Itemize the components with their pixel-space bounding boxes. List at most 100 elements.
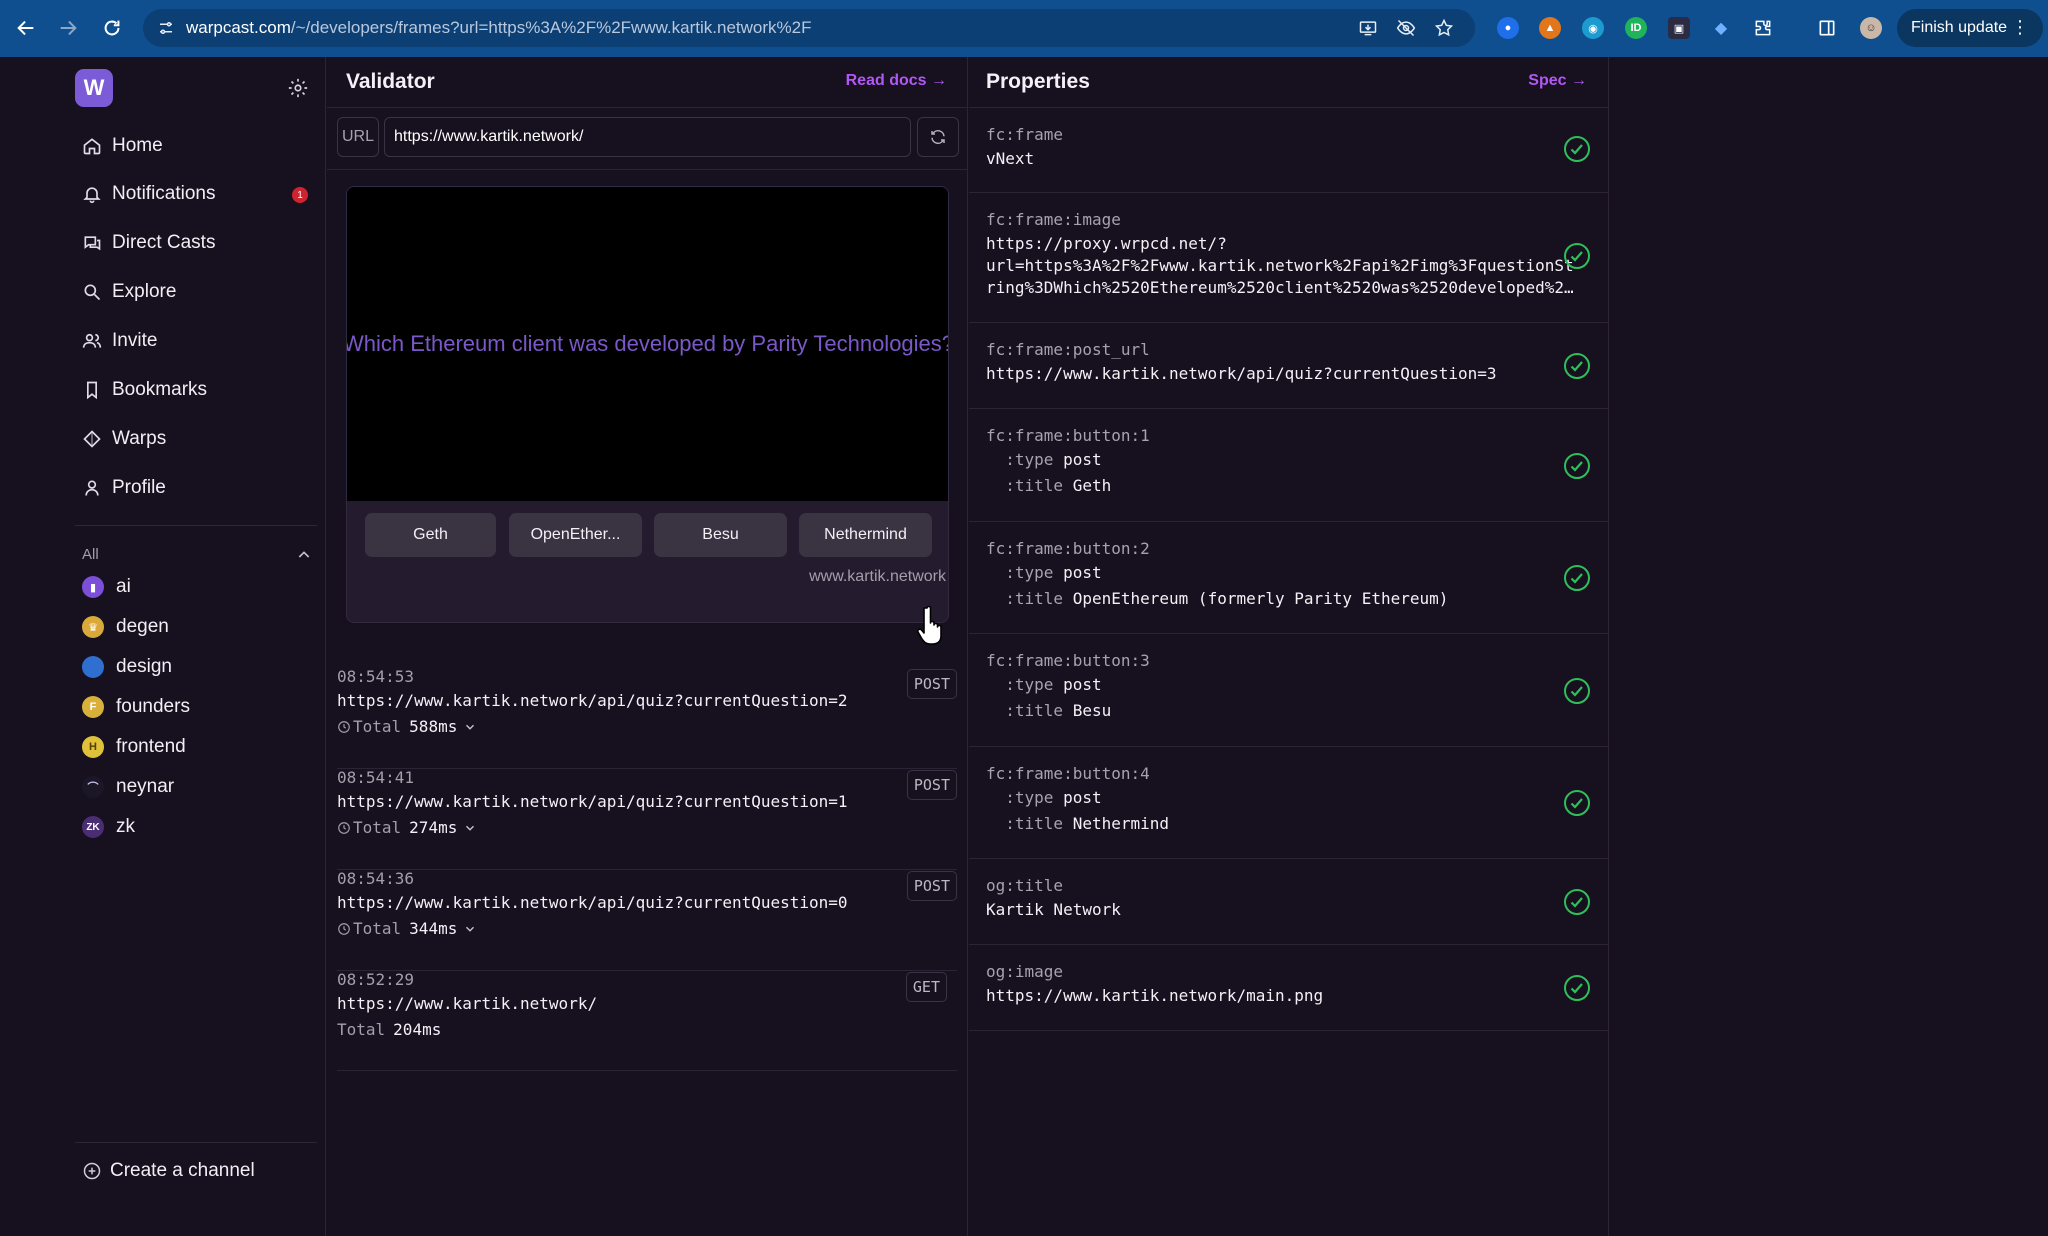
property-row: fc:frame:post_url https://www.kartik.net… <box>969 323 1609 409</box>
property-key: fc:frame:button:4 <box>986 764 1150 783</box>
validator-title: Validator <box>346 70 435 93</box>
extension-id-icon[interactable]: ID <box>1625 17 1647 39</box>
bookmark-star-icon[interactable] <box>1433 17 1455 39</box>
back-icon[interactable] <box>6 8 46 48</box>
browser-toolbar: warpcast.com/~/developers/frames?url=htt… <box>0 0 2048 57</box>
spec-link[interactable]: Spec → <box>1528 72 1587 90</box>
log-entry[interactable]: 08:54:36 https://www.kartik.network/api/… <box>337 869 957 971</box>
sidebar-item-label: Profile <box>112 477 166 498</box>
url-input[interactable]: https://www.kartik.network/ <box>384 117 911 157</box>
log-url: https://www.kartik.network/ <box>337 994 598 1013</box>
extension-robot-icon[interactable]: ◉ <box>1582 17 1604 39</box>
log-total-value: 588ms <box>409 717 458 736</box>
install-app-icon[interactable] <box>1357 17 1379 39</box>
channel-founders[interactable]: F founders <box>82 694 190 720</box>
chevron-down-icon[interactable] <box>463 821 477 835</box>
property-row: fc:frame:button:2 :type post :title Open… <box>969 522 1609 634</box>
chevron-down-icon[interactable] <box>463 922 477 936</box>
log-entry[interactable]: 08:54:41 https://www.kartik.network/api/… <box>337 768 957 870</box>
kebab-menu-icon[interactable]: ⋮ <box>2011 17 2029 38</box>
property-type-label: :type <box>1005 450 1054 469</box>
sidebar-item-explore[interactable]: Explore <box>82 277 176 307</box>
reload-icon[interactable] <box>92 8 132 48</box>
side-panel-icon[interactable] <box>1816 17 1838 39</box>
url-label: URL <box>337 117 379 157</box>
property-type-label: :type <box>1005 675 1054 694</box>
chevron-down-icon[interactable] <box>463 720 477 734</box>
read-docs-link[interactable]: Read docs → <box>846 72 947 90</box>
log-url: https://www.kartik.network/api/quiz?curr… <box>337 691 848 710</box>
sidebar-item-invite[interactable]: Invite <box>82 326 157 356</box>
frame-button-1[interactable]: Geth <box>365 513 496 557</box>
check-circle-icon <box>1564 243 1590 269</box>
check-circle-icon <box>1564 565 1590 591</box>
log-total: Total 204ms <box>337 1020 441 1039</box>
site-info-icon[interactable] <box>155 17 177 39</box>
warpcast-logo[interactable]: W <box>75 69 113 107</box>
sidebar-item-home[interactable]: Home <box>82 131 163 161</box>
eye-off-icon[interactable] <box>1395 17 1417 39</box>
extensions-puzzle-icon[interactable] <box>1752 17 1774 39</box>
log-total[interactable]: Total 588ms <box>337 717 479 736</box>
property-type-value: post <box>1063 563 1102 582</box>
property-type-value: post <box>1063 675 1102 694</box>
channel-design[interactable]: design <box>82 654 172 680</box>
notification-badge: 1 <box>292 187 308 203</box>
sidebar-item-profile[interactable]: Profile <box>82 473 166 503</box>
create-channel-label: Create a channel <box>110 1160 255 1181</box>
log-total[interactable]: Total 274ms <box>337 818 479 837</box>
log-entry[interactable]: 08:54:53 https://www.kartik.network/api/… <box>337 667 957 769</box>
sidebar-item-direct-casts[interactable]: Direct Casts <box>82 228 215 258</box>
channel-name: zk <box>116 816 135 837</box>
channel-degen[interactable]: ♛ degen <box>82 614 169 640</box>
property-value: https://www.kartik.network/api/quiz?curr… <box>986 364 1497 383</box>
channel-zk[interactable]: ZK zk <box>82 814 135 840</box>
refresh-button[interactable] <box>917 117 959 157</box>
property-title-value: Nethermind <box>1072 814 1170 833</box>
metamask-icon[interactable]: ▲ <box>1539 17 1561 39</box>
extension-dark-icon[interactable]: ▣ <box>1668 17 1690 39</box>
frame-button-3[interactable]: Besu <box>654 513 787 557</box>
log-method: POST <box>906 770 957 800</box>
extension-blue-icon[interactable]: ● <box>1497 17 1519 39</box>
frame-button-2[interactable]: OpenEther... <box>509 513 642 557</box>
channel-ai[interactable]: ▮ ai <box>82 574 131 600</box>
finish-update-button[interactable]: Finish update ⋮ <box>1897 9 2043 47</box>
log-total-value: 204ms <box>393 1020 442 1039</box>
property-row: fc:frame vNext <box>969 108 1609 193</box>
bell-icon <box>83 187 101 204</box>
property-key: og:image <box>986 962 1064 981</box>
chevron-up-icon[interactable] <box>296 547 312 563</box>
sidebar-item-warps[interactable]: Warps <box>82 424 166 454</box>
settings-gear-icon[interactable] <box>287 77 309 99</box>
log-total-label: Total <box>337 1020 386 1039</box>
property-key: fc:frame:post_url <box>986 340 1150 359</box>
log-entry[interactable]: 08:52:29 https://www.kartik.network/ Tot… <box>337 970 957 1071</box>
url-host: warpcast.com <box>186 18 291 37</box>
create-channel-button[interactable]: Create a channel <box>82 1158 255 1184</box>
channel-neynar[interactable]: ⌒ neynar <box>82 774 174 800</box>
check-circle-icon <box>1564 678 1590 704</box>
channel-degen-icon: ♛ <box>82 616 104 638</box>
address-text[interactable]: warpcast.com/~/developers/frames?url=htt… <box>186 18 811 38</box>
property-title-label: :title <box>1005 701 1064 720</box>
profile-avatar-icon[interactable]: ☺ <box>1860 17 1882 39</box>
address-bar[interactable]: warpcast.com/~/developers/frames?url=htt… <box>143 9 1475 47</box>
log-total[interactable]: Total 344ms <box>337 919 479 938</box>
extension-diamond-icon[interactable]: ◆ <box>1710 17 1732 39</box>
read-docs-label: Read docs <box>845 72 927 89</box>
log-total-label: Total <box>353 717 402 736</box>
frame-button-4[interactable]: Nethermind <box>799 513 932 557</box>
properties-panel: Properties Spec → fc:frame vNext fc:fram… <box>969 57 1609 1236</box>
sidebar-item-label: Explore <box>112 281 177 302</box>
property-value: https://www.kartik.network/main.png <box>986 986 1324 1005</box>
sidebar-item-label: Home <box>112 135 163 156</box>
arrow-right-icon: → <box>1571 72 1587 89</box>
frame-image: Which Ethereum client was developed by P… <box>347 187 948 501</box>
property-row: fc:frame:button:4 :type post :title Neth… <box>969 747 1609 859</box>
forward-icon[interactable] <box>48 8 88 48</box>
sidebar-item-notifications[interactable]: Notifications <box>82 179 216 209</box>
sidebar-item-bookmarks[interactable]: Bookmarks <box>82 375 207 405</box>
channel-frontend[interactable]: H frontend <box>82 734 186 760</box>
divider <box>327 169 967 170</box>
